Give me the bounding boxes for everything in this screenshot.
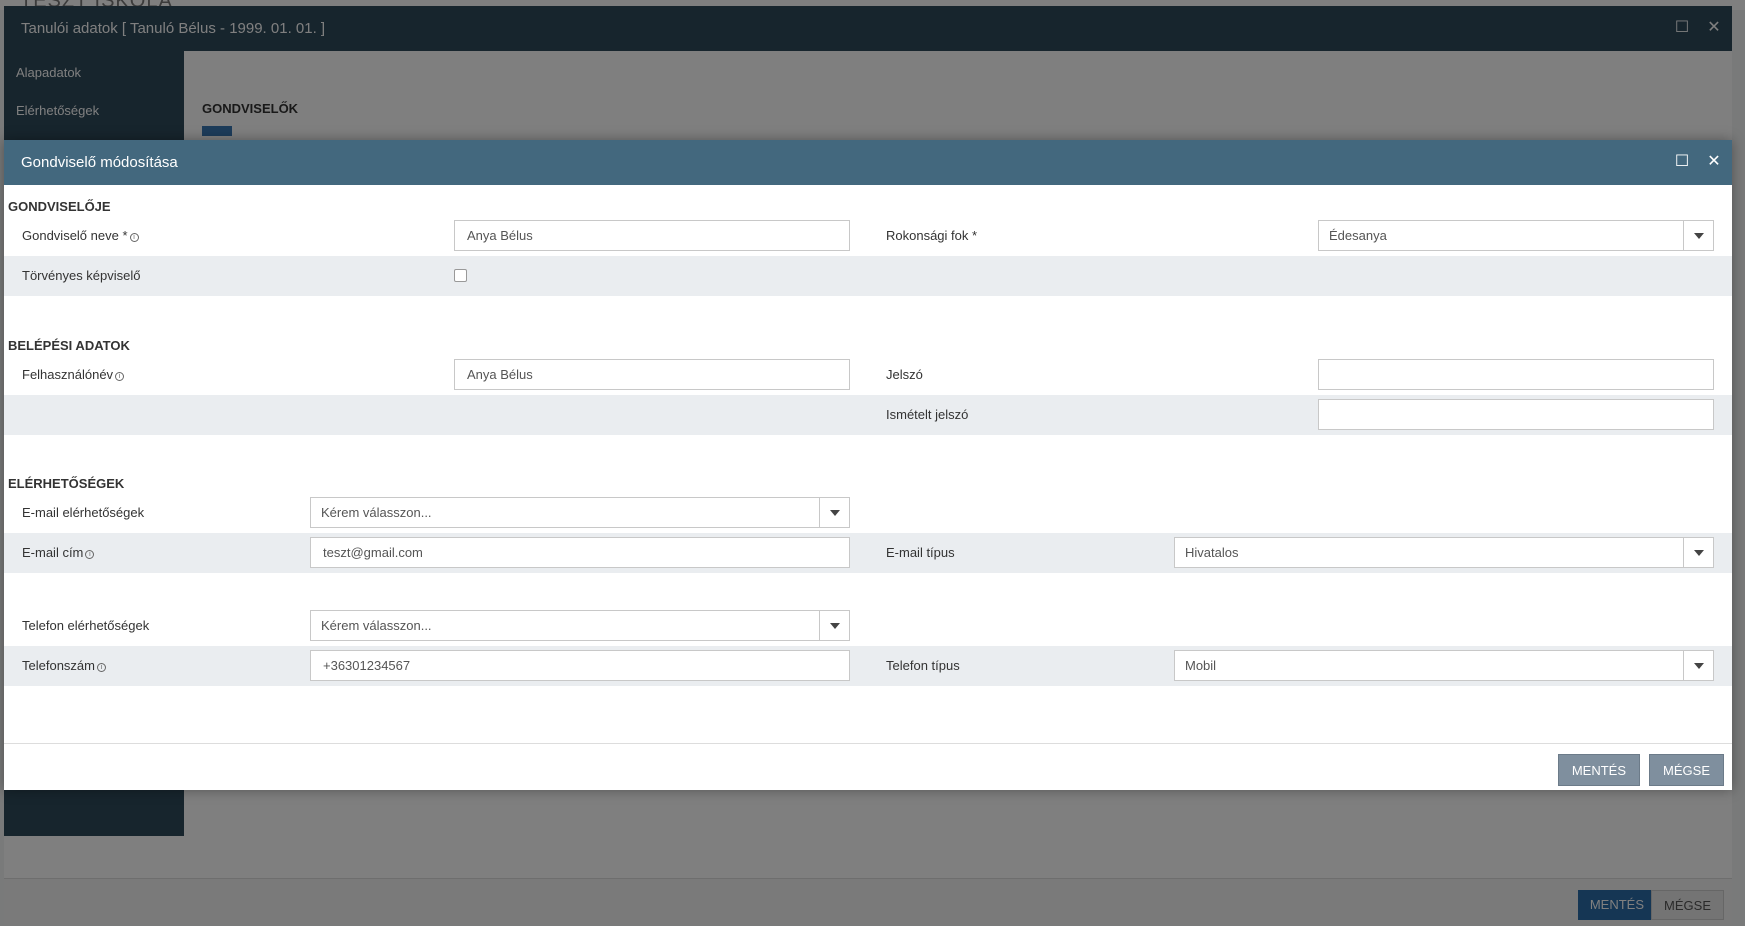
info-icon[interactable]: i [115, 372, 125, 381]
row-guardian-name: Gondviselő neve *i Rokonsági fok * Édesa… [4, 216, 1732, 256]
cancel-button[interactable]: MÉGSE [1649, 754, 1724, 786]
close-icon[interactable]: ✕ [1704, 152, 1724, 172]
phone-type-value: Mobil [1185, 658, 1217, 673]
email-contacts-select[interactable]: Kérem válasszon... [310, 497, 850, 528]
relation-label: Rokonsági fok * [886, 228, 978, 243]
chevron-down-icon[interactable] [1683, 221, 1713, 250]
row-phone-contacts: Telefon elérhetőségek Kérem válasszon... [4, 606, 1732, 646]
modal-header: Gondviselő módosítása ☐ ✕ [4, 140, 1732, 185]
phone-input[interactable] [310, 650, 850, 681]
section-title-guardian: GONDVISELŐJE [8, 199, 111, 214]
relation-value: Édesanya [1329, 228, 1387, 243]
row-email: E-mail cími E-mail típus Hivatalos [4, 533, 1732, 573]
guardian-name-input[interactable] [454, 220, 850, 251]
chevron-down-icon[interactable] [819, 611, 849, 640]
row-phone: Telefonszámi Telefon típus Mobil [4, 646, 1732, 686]
username-input[interactable] [454, 359, 850, 390]
info-icon[interactable]: i [85, 550, 95, 559]
modal-footer: MENTÉS MÉGSE [4, 743, 1732, 790]
chevron-down-icon[interactable] [1683, 651, 1713, 680]
password-repeat-label: Ismételt jelszó [886, 407, 969, 422]
phone-label: Telefonszám [22, 658, 95, 673]
username-label: Felhasználónév [22, 367, 114, 382]
email-type-value: Hivatalos [1185, 545, 1239, 560]
modal-body: GONDVISELŐJE Gondviselő neve *i Rokonság… [4, 185, 1732, 738]
row-legal-rep: Törvényes képviselő [4, 256, 1732, 296]
legal-rep-label: Törvényes képviselő [22, 268, 141, 283]
row-username: Felhasználónévi Jelszó [4, 355, 1732, 395]
row-email-contacts: E-mail elérhetőségek Kérem válasszon... [4, 493, 1732, 533]
relation-select[interactable]: Édesanya [1318, 220, 1714, 251]
email-contacts-label: E-mail elérhetőségek [22, 505, 145, 520]
phone-type-label: Telefon típus [886, 658, 960, 673]
phone-contacts-value: Kérem válasszon... [321, 618, 432, 633]
email-type-label: E-mail típus [886, 545, 955, 560]
edit-guardian-modal: Gondviselő módosítása ☐ ✕ GONDVISELŐJE G… [4, 140, 1732, 790]
phone-contacts-select[interactable]: Kérem válasszon... [310, 610, 850, 641]
email-type-select[interactable]: Hivatalos [1174, 537, 1714, 568]
phone-contacts-label: Telefon elérhetőségek [22, 618, 150, 633]
password-repeat-input[interactable] [1318, 399, 1714, 430]
maximize-icon[interactable]: ☐ [1672, 152, 1692, 172]
password-input[interactable] [1318, 359, 1714, 390]
modal-title: Gondviselő módosítása [21, 154, 178, 171]
phone-type-select[interactable]: Mobil [1174, 650, 1714, 681]
info-icon[interactable]: i [129, 233, 139, 242]
section-title-login: BELÉPÉSI ADATOK [8, 338, 130, 353]
save-button[interactable]: MENTÉS [1557, 754, 1640, 786]
guardian-name-label: Gondviselő neve * [22, 228, 128, 243]
email-contacts-value: Kérem válasszon... [321, 505, 432, 520]
legal-rep-checkbox[interactable] [454, 269, 467, 282]
chevron-down-icon[interactable] [819, 498, 849, 527]
password-label: Jelszó [886, 367, 923, 382]
email-label: E-mail cím [22, 545, 84, 560]
section-title-contacts: ELÉRHETŐSÉGEK [8, 476, 125, 491]
chevron-down-icon[interactable] [1683, 538, 1713, 567]
info-icon[interactable]: i [96, 663, 106, 672]
row-password-repeat: Ismételt jelszó [4, 395, 1732, 435]
email-input[interactable] [310, 537, 850, 568]
